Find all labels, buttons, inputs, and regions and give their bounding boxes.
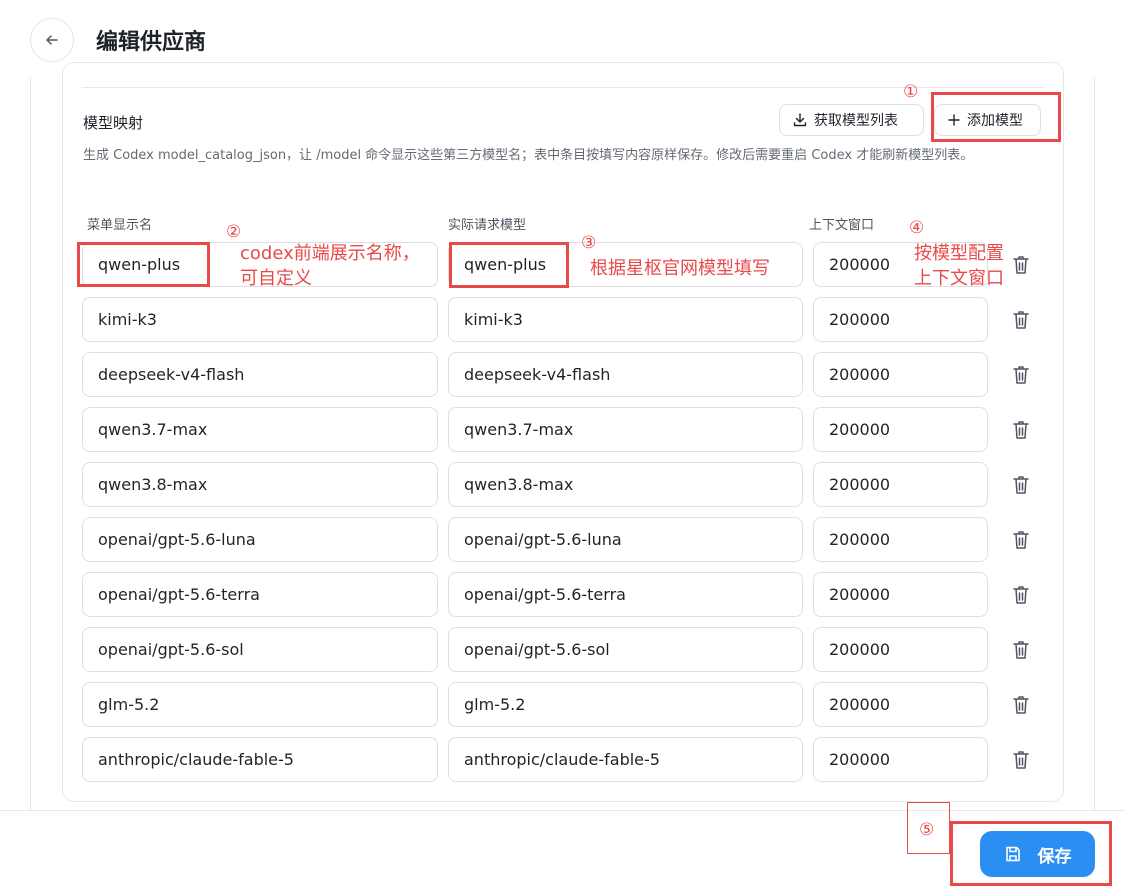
context-window-input[interactable]: 200000 xyxy=(813,682,988,727)
back-button[interactable] xyxy=(30,18,74,62)
display-name-input[interactable]: openai/gpt-5.6-sol xyxy=(82,627,438,672)
section-description: 生成 Codex model_catalog_json，让 /model 命令显… xyxy=(83,148,974,163)
trash-icon[interactable] xyxy=(1011,584,1031,606)
table-row: kimi-k3 kimi-k3 200000 xyxy=(0,297,1125,343)
section-title: 模型映射 xyxy=(83,114,144,132)
display-name-input[interactable]: glm-5.2 xyxy=(82,682,438,727)
request-model-input[interactable]: openai/gpt-5.6-sol xyxy=(448,627,803,672)
annotation-note-request-model: 根据星枢官网模型填写 xyxy=(590,258,770,279)
request-model-input[interactable]: glm-5.2 xyxy=(448,682,803,727)
context-window-input[interactable]: 200000 xyxy=(813,517,988,562)
annotation-number-5: ⑤ xyxy=(919,820,935,840)
trash-icon[interactable] xyxy=(1011,309,1031,331)
divider xyxy=(82,87,1044,88)
context-window-input[interactable]: 200000 xyxy=(813,627,988,672)
page-title: 编辑供应商 xyxy=(96,30,207,55)
request-model-input[interactable]: deepseek-v4-flash xyxy=(448,352,803,397)
trash-icon[interactable] xyxy=(1011,529,1031,551)
table-row: qwen3.7-max qwen3.7-max 200000 xyxy=(0,407,1125,453)
context-window-input[interactable]: 200000 xyxy=(813,407,988,452)
display-name-input[interactable]: openai/gpt-5.6-luna xyxy=(82,517,438,562)
trash-icon[interactable] xyxy=(1011,639,1031,661)
table-row: anthropic/claude-fable-5 anthropic/claude… xyxy=(0,737,1125,783)
context-window-input[interactable]: 200000 xyxy=(813,737,988,782)
display-name-input[interactable]: qwen3.8-max xyxy=(82,462,438,507)
request-model-input[interactable]: qwen3.8-max xyxy=(448,462,803,507)
fetch-models-button[interactable]: 获取模型列表 xyxy=(779,104,924,136)
table-row: openai/gpt-5.6-luna openai/gpt-5.6-luna 20… xyxy=(0,517,1125,563)
annotation-box-display-name xyxy=(77,242,210,287)
table-row: openai/gpt-5.6-terra openai/gpt-5.6-terra… xyxy=(0,572,1125,618)
trash-icon[interactable] xyxy=(1011,364,1031,386)
annotation-box-add-model xyxy=(931,92,1061,142)
column-header-display-name: 菜单显示名 xyxy=(87,218,153,233)
trash-icon[interactable] xyxy=(1011,694,1031,716)
context-window-input[interactable]: 200000 xyxy=(813,462,988,507)
request-model-input[interactable]: kimi-k3 xyxy=(448,297,803,342)
annotation-note-display-name-2: 可自定义 xyxy=(240,268,312,289)
column-header-context-window: 上下文窗口 xyxy=(809,218,875,233)
display-name-input[interactable]: deepseek-v4-flash xyxy=(82,352,438,397)
display-name-input[interactable]: anthropic/claude-fable-5 xyxy=(82,737,438,782)
fetch-models-label: 获取模型列表 xyxy=(814,113,898,129)
column-header-request-model: 实际请求模型 xyxy=(448,218,527,233)
request-model-input[interactable]: openai/gpt-5.6-terra xyxy=(448,572,803,617)
trash-icon[interactable] xyxy=(1011,749,1031,771)
table-row: glm-5.2 glm-5.2 200000 xyxy=(0,682,1125,728)
display-name-input[interactable]: openai/gpt-5.6-terra xyxy=(82,572,438,617)
annotation-number-3: ③ xyxy=(581,233,597,253)
annotation-number-4: ④ xyxy=(909,218,925,238)
download-icon xyxy=(793,113,807,127)
display-name-input[interactable]: kimi-k3 xyxy=(82,297,438,342)
arrow-left-icon xyxy=(46,35,58,45)
annotation-box-save xyxy=(950,821,1112,886)
trash-icon[interactable] xyxy=(1011,474,1031,496)
context-window-input[interactable]: 200000 xyxy=(813,297,988,342)
annotation-note-context-1: 按模型配置 xyxy=(914,243,1004,264)
table-row: deepseek-v4-flash deepseek-v4-flash 200000 xyxy=(0,352,1125,398)
table-row: qwen3.8-max qwen3.8-max 200000 xyxy=(0,462,1125,508)
table-row: openai/gpt-5.6-sol openai/gpt-5.6-sol 2000… xyxy=(0,627,1125,673)
annotation-box-request-model xyxy=(449,242,569,288)
context-window-input[interactable]: 200000 xyxy=(813,572,988,617)
request-model-input[interactable]: qwen3.7-max xyxy=(448,407,803,452)
trash-icon[interactable] xyxy=(1011,419,1031,441)
annotation-note-context-2: 上下文窗口 xyxy=(914,268,1004,289)
footer-divider xyxy=(0,810,1125,811)
annotation-number-1: ① xyxy=(903,82,919,102)
annotation-number-2: ② xyxy=(226,222,242,242)
request-model-input[interactable]: openai/gpt-5.6-luna xyxy=(448,517,803,562)
display-name-input[interactable]: qwen3.7-max xyxy=(82,407,438,452)
request-model-input[interactable]: anthropic/claude-fable-5 xyxy=(448,737,803,782)
trash-icon[interactable] xyxy=(1011,254,1031,276)
context-window-input[interactable]: 200000 xyxy=(813,352,988,397)
annotation-note-display-name-1: codex前端展示名称， xyxy=(240,243,420,264)
